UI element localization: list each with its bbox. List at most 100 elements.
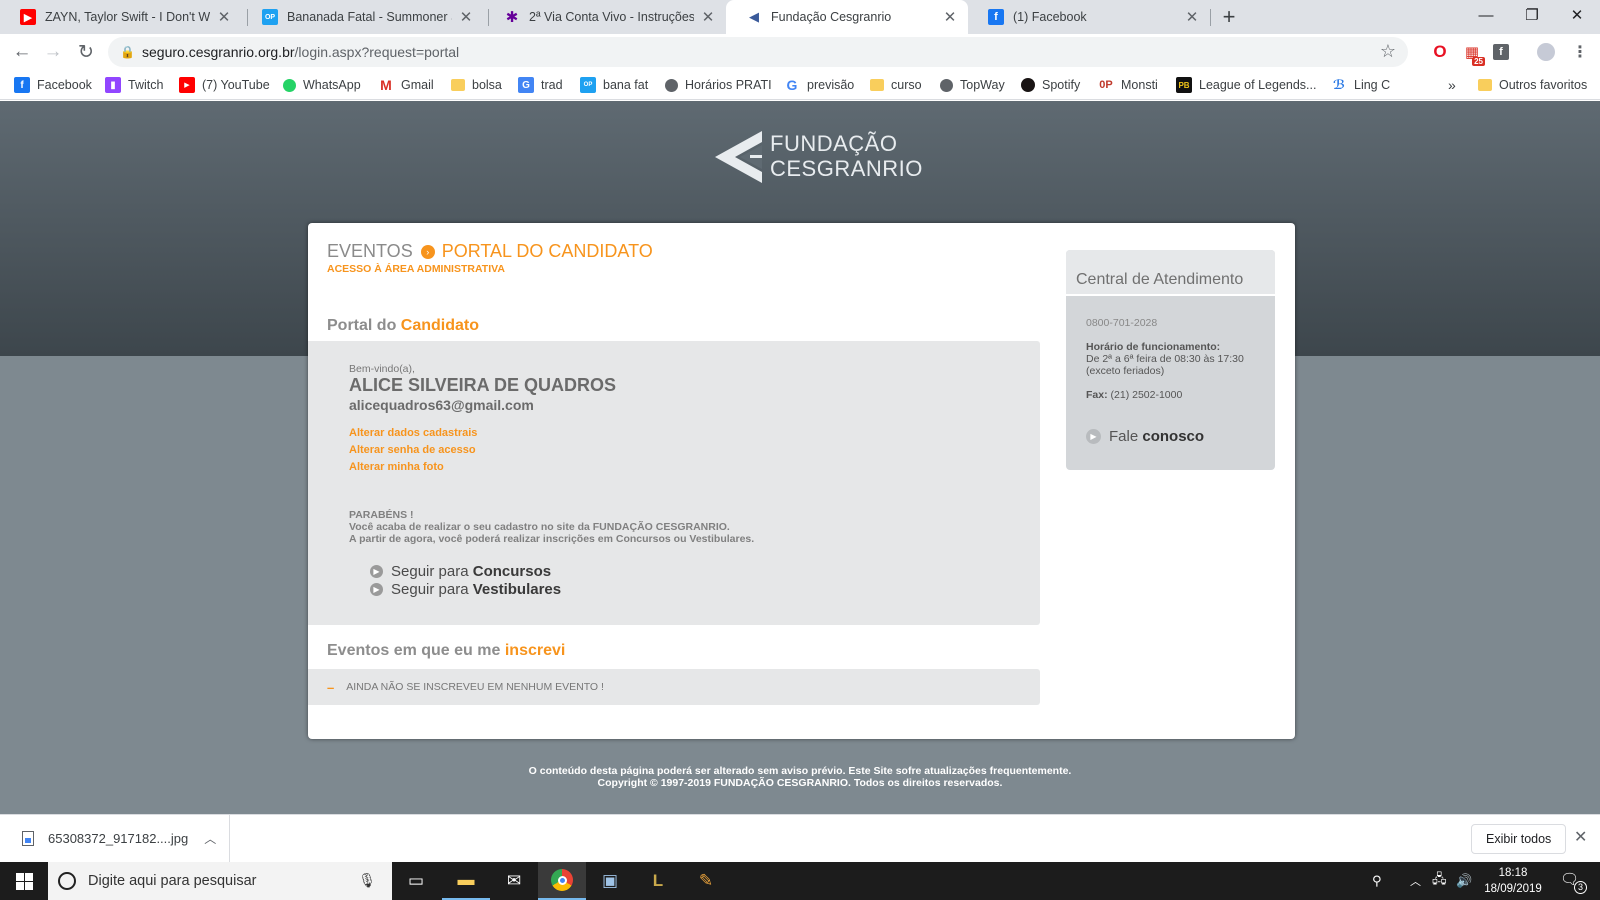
congrats-line-2: A partir de agora, você poderá realizar … <box>349 533 755 545</box>
paint-icon[interactable]: ✎ <box>682 862 730 900</box>
people-icon[interactable]: ⚲ <box>1372 862 1382 900</box>
url-host: seguro.cesgranrio.org.br <box>142 44 295 60</box>
bookmark-monsti[interactable]: 0P Monsti <box>1098 75 1158 95</box>
opgg-icon: OP <box>580 77 596 93</box>
chevron-up-icon[interactable]: ︿ <box>1410 862 1421 900</box>
close-icon[interactable]: ✕ <box>216 8 232 26</box>
tab-cesgranrio[interactable]: ◀ Fundação Cesgranrio ✕ <box>726 0 968 34</box>
vivo-icon: ✱ <box>505 9 519 26</box>
bookmark-label: Monsti <box>1121 78 1158 92</box>
tab-title: 2ª Via Conta Vivo - Instruções para <box>529 10 694 24</box>
tab-strip: ▶ ZAYN, Taylor Swift - I Don't Wanna Liv… <box>0 0 1600 34</box>
profile-icon[interactable] <box>1536 42 1556 62</box>
portal-title-prefix: Portal do <box>327 317 397 334</box>
download-item[interactable]: 65308372_917182....jpg ︿ <box>0 815 230 862</box>
support-title: Central de Atendimento <box>1076 271 1244 288</box>
youtube-icon: ▶ <box>20 9 36 25</box>
other-favorites[interactable]: Outros favoritos <box>1478 75 1587 95</box>
events-title-prefix: Eventos em que eu me <box>327 642 501 659</box>
bookmark-facebook[interactable]: f Facebook <box>14 75 92 95</box>
bookmark-spotify[interactable]: Spotify <box>1021 75 1080 95</box>
breadcrumb-arrow-icon: › <box>420 244 435 259</box>
go-vestibulares-link[interactable]: ▶ Seguir para Vestibulares <box>370 581 561 598</box>
start-button[interactable] <box>0 862 48 900</box>
contact-us-link[interactable]: ▶ Fale conosco <box>1086 428 1204 445</box>
mail-icon[interactable]: ✉ <box>490 862 538 900</box>
contact-highlight: conosco <box>1142 428 1205 445</box>
close-icon[interactable]: ✕ <box>1574 827 1587 847</box>
task-view-icon[interactable]: ▭ <box>392 862 440 900</box>
facebook-ext-icon[interactable]: f <box>1493 44 1509 60</box>
close-icon[interactable]: ✕ <box>700 8 716 26</box>
restore-icon[interactable]: ❐ <box>1509 0 1555 30</box>
fax-label: Fax: <box>1086 389 1108 401</box>
go-prefix: Seguir para <box>391 563 469 580</box>
system-clock[interactable]: 18:18 18/09/2019 <box>1478 865 1548 897</box>
window-close-icon[interactable]: ✕ <box>1554 0 1600 30</box>
breadcrumb-root[interactable]: EVENTOS <box>327 241 413 262</box>
change-password-link[interactable]: Alterar senha de acesso <box>349 444 476 456</box>
chevron-up-icon[interactable]: ︿ <box>204 830 216 847</box>
new-tab-button[interactable]: + <box>1216 4 1242 30</box>
tab-title: Fundação Cesgranrio <box>771 10 892 24</box>
go-concursos-link[interactable]: ▶ Seguir para Concursos <box>370 563 551 580</box>
bookmark-topway[interactable]: TopWay <box>940 75 1005 95</box>
back-icon[interactable]: ← <box>10 40 34 64</box>
bookmark-label: bolsa <box>472 78 502 92</box>
file-explorer-icon[interactable]: ▬ <box>442 862 490 900</box>
close-icon[interactable]: ✕ <box>1184 8 1200 26</box>
user-name: ALICE SILVEIRA DE QUADROS <box>349 375 617 395</box>
bookmark-previsao[interactable]: Gprevisão <box>784 75 855 95</box>
bookmark-star-icon[interactable]: ☆ <box>1380 41 1396 62</box>
tab-vivo[interactable]: ✱ 2ª Via Conta Vivo - Instruções para ✕ <box>484 0 726 34</box>
edit-profile-link[interactable]: Alterar dados cadastrais <box>349 427 477 439</box>
menu-icon[interactable]: ⋮ <box>1570 42 1590 62</box>
tab-facebook[interactable]: f (1) Facebook ✕ <box>968 0 1210 34</box>
translate-icon: G <box>518 77 534 93</box>
microphone-icon[interactable]: 🎙 <box>358 872 376 889</box>
cesgranrio-logo[interactable]: FUNDAÇÃO CESGRANRIO <box>710 127 922 187</box>
reload-icon[interactable]: ↻ <box>74 40 98 64</box>
bookmark-gmail[interactable]: M Gmail <box>378 75 434 95</box>
bookmark-trad[interactable]: Gtrad <box>518 75 563 95</box>
league-of-legends-icon[interactable]: L <box>634 862 682 900</box>
minimize-icon[interactable]: — <box>1463 0 1509 30</box>
calendar-icon[interactable]: ▦ 25 <box>1462 42 1485 66</box>
show-all-downloads-button[interactable]: Exibir todos <box>1471 824 1567 854</box>
tab-youtube[interactable]: ▶ ZAYN, Taylor Swift - I Don't Wanna Liv… <box>0 0 242 34</box>
image-file-icon <box>22 831 34 846</box>
bookmark-curso[interactable]: curso <box>870 75 922 95</box>
forward-icon[interactable]: → <box>41 40 65 64</box>
more-bookmarks-icon[interactable]: » <box>1448 75 1456 95</box>
breadcrumb: EVENTOS › PORTAL DO CANDIDATO <box>327 241 653 262</box>
bookmark-horarios[interactable]: Horários PRATI <box>665 75 772 95</box>
taskbar-search[interactable]: Digite aqui para pesquisar 🎙 <box>48 862 392 900</box>
clock-date: 18/09/2019 <box>1484 883 1542 895</box>
cortana-icon <box>58 872 76 890</box>
bookmark-bana-fat[interactable]: OP bana fat <box>580 75 648 95</box>
bookmark-label: bana fat <box>603 78 649 92</box>
chrome-icon[interactable] <box>538 862 586 900</box>
network-icon[interactable]: 🖧 <box>1432 862 1447 900</box>
close-icon[interactable]: ✕ <box>942 8 958 26</box>
breadcrumb-subtitle[interactable]: ACESSO À ÁREA ADMINISTRATIVA <box>327 263 505 275</box>
photos-app-icon[interactable]: ▣ <box>586 862 634 900</box>
opera-icon[interactable]: O <box>1430 42 1450 62</box>
action-center-icon[interactable]: 🗨 3 <box>1560 870 1587 894</box>
support-fax: Fax: (21) 2502-1000 <box>1086 389 1182 401</box>
bookmark-league[interactable]: PB League of Legends... <box>1176 75 1316 95</box>
bookmark-bolsa[interactable]: bolsa <box>451 75 502 95</box>
volume-icon[interactable]: 🔊 <box>1456 862 1472 900</box>
close-icon[interactable]: ✕ <box>458 8 474 26</box>
bookmark-twitch[interactable]: ▮ Twitch <box>105 75 163 95</box>
events-title-highlight: inscrevi <box>504 642 566 659</box>
change-photo-link[interactable]: Alterar minha foto <box>349 461 444 473</box>
bookmark-ling[interactable]: ℬ Ling C <box>1331 75 1390 95</box>
hours-line-1: De 2ª a 6ª feira de 08:30 às 17:30 <box>1086 353 1244 365</box>
bookmark-youtube[interactable]: ▶ (7) YouTube <box>179 75 270 95</box>
gmail-icon: M <box>380 77 392 93</box>
tab-opgg[interactable]: OP Bananada Fatal - Summoner Stats ✕ <box>242 0 484 34</box>
bookmark-whatsapp[interactable]: WhatsApp <box>283 75 361 95</box>
address-bar[interactable]: 🔒 seguro.cesgranrio.org.br/login.aspx?re… <box>108 37 1408 67</box>
cesgranrio-icon: ◀ <box>749 9 759 24</box>
